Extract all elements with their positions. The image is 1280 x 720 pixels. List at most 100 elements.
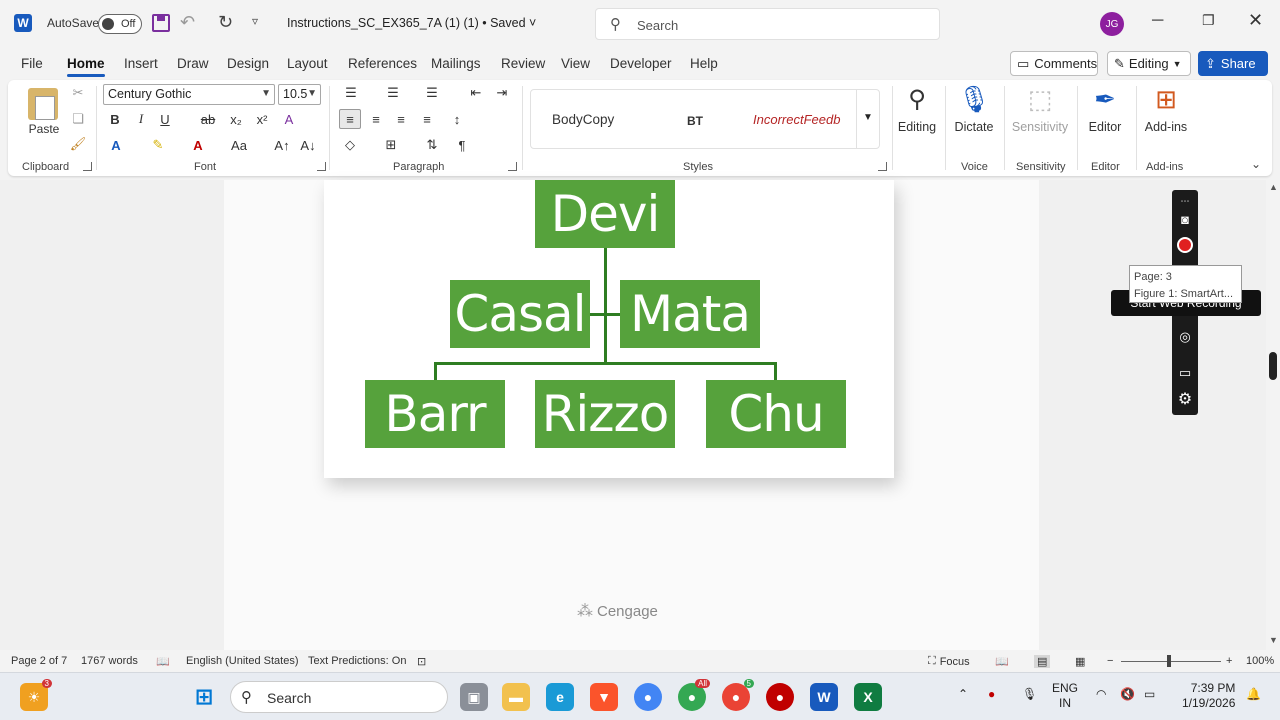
chrome-icon[interactable]: ● All bbox=[678, 679, 710, 711]
tab-developer[interactable]: Developer bbox=[610, 56, 672, 71]
avatar[interactable]: JG bbox=[1100, 12, 1124, 36]
styles-more-icon[interactable]: ▼ bbox=[863, 112, 873, 123]
word-taskbar-icon[interactable]: W bbox=[810, 683, 838, 711]
vertical-scrollbar[interactable]: ▲ ▼ bbox=[1266, 180, 1280, 650]
tab-help[interactable]: Help bbox=[690, 56, 718, 71]
org-node-subordinate[interactable]: Barr bbox=[365, 380, 505, 448]
org-node-assistant[interactable]: Casal bbox=[450, 280, 590, 348]
tab-home[interactable]: Home bbox=[67, 56, 105, 77]
justify-icon[interactable]: ≡ bbox=[418, 110, 436, 128]
microphone-icon[interactable]: 🎙 bbox=[1022, 687, 1037, 702]
strikethrough-icon[interactable]: ab bbox=[200, 110, 216, 128]
notifications-icon[interactable]: 🔔 bbox=[1246, 687, 1261, 702]
recorder-menu-icon[interactable]: ⋯ bbox=[1176, 192, 1194, 210]
editor-button[interactable]: ✒ Editor bbox=[1077, 84, 1133, 135]
recorder-app-icon[interactable]: ● bbox=[766, 683, 794, 711]
multilevel-list-icon[interactable]: ☰ bbox=[422, 84, 442, 102]
borders-icon[interactable]: ⊞ bbox=[382, 136, 400, 154]
increase-indent-icon[interactable]: ⇥ bbox=[492, 84, 512, 102]
clear-formatting-icon[interactable]: A bbox=[280, 110, 298, 128]
show-marks-icon[interactable]: ¶ bbox=[453, 136, 471, 154]
style-incorrect-feedback[interactable]: IncorrectFeedb bbox=[753, 112, 840, 127]
format-painter-icon[interactable]: 🖌 bbox=[70, 135, 87, 153]
excel-taskbar-icon[interactable]: X bbox=[854, 683, 882, 711]
change-case-icon[interactable]: Aa bbox=[230, 136, 248, 154]
task-view-icon[interactable]: ▣ bbox=[460, 683, 488, 711]
copy-icon[interactable]: ❏ bbox=[70, 110, 86, 128]
camera-icon[interactable]: ◙ bbox=[1176, 210, 1194, 228]
read-mode-icon[interactable]: 📖 bbox=[995, 655, 1009, 668]
comments-button[interactable]: ▭ Comments bbox=[1010, 51, 1098, 76]
tab-draw[interactable]: Draw bbox=[177, 56, 209, 71]
sort-icon[interactable]: ⇅ bbox=[423, 136, 441, 154]
bullets-icon[interactable]: ☰ bbox=[341, 84, 361, 102]
style-bodycopy[interactable]: BodyCopy bbox=[552, 112, 614, 127]
paragraph-launcher-icon[interactable] bbox=[508, 162, 517, 171]
windows-start-icon[interactable]: ⊞ bbox=[190, 683, 218, 711]
weather-widget-icon[interactable]: ☀ 3 bbox=[20, 679, 52, 711]
superscript-icon[interactable]: x² bbox=[254, 110, 270, 128]
edge-icon[interactable]: e bbox=[546, 683, 574, 711]
web-layout-icon[interactable]: ▦ bbox=[1075, 655, 1085, 668]
align-center-icon[interactable]: ≡ bbox=[367, 110, 385, 128]
volume-icon[interactable]: 🔇 bbox=[1120, 687, 1135, 702]
focus-button[interactable]: ⛶ Focus bbox=[928, 655, 970, 668]
autosave-toggle[interactable]: Off bbox=[98, 14, 142, 34]
collapse-ribbon-icon[interactable]: ⌄ bbox=[1251, 157, 1261, 171]
customize-qat-icon[interactable]: ▿ bbox=[252, 14, 258, 28]
security-icon[interactable]: ● bbox=[988, 687, 995, 702]
scroll-up-icon[interactable]: ▲ bbox=[1269, 182, 1278, 192]
highlight-icon[interactable]: ✎ bbox=[150, 136, 166, 154]
grow-font-icon[interactable]: A↑ bbox=[274, 136, 290, 154]
tab-layout[interactable]: Layout bbox=[287, 56, 328, 71]
document-title[interactable]: Instructions_SC_EX365_7A (1) (1) • Saved… bbox=[287, 16, 536, 30]
org-node-top[interactable]: Devi bbox=[535, 180, 675, 248]
line-spacing-icon[interactable]: ↕ bbox=[447, 110, 467, 128]
accessibility-icon[interactable]: ⊡ bbox=[417, 655, 426, 668]
styles-launcher-icon[interactable] bbox=[878, 162, 887, 171]
chrome-icon[interactable]: ● 5 bbox=[722, 679, 754, 711]
zoom-slider[interactable] bbox=[1121, 661, 1221, 662]
addins-button[interactable]: ⊞ Add-ins bbox=[1138, 84, 1194, 135]
editing-mode-button[interactable]: ✎ Editing ▼ bbox=[1107, 51, 1191, 76]
battery-icon[interactable]: ▭ bbox=[1144, 687, 1155, 702]
zoom-out-icon[interactable]: − bbox=[1107, 655, 1113, 667]
zoom-in-icon[interactable]: + bbox=[1226, 655, 1232, 667]
org-node-subordinate[interactable]: Chu bbox=[706, 380, 846, 448]
zoom-thumb[interactable] bbox=[1167, 655, 1171, 667]
word-count[interactable]: 1767 words bbox=[81, 655, 138, 667]
scroll-thumb[interactable] bbox=[1269, 352, 1277, 380]
text-predictions-status[interactable]: Text Predictions: On bbox=[308, 655, 406, 667]
shrink-font-icon[interactable]: A↓ bbox=[300, 136, 316, 154]
font-name-field[interactable]: Century Gothic ▼ bbox=[103, 84, 275, 105]
file-explorer-icon[interactable]: ▬ bbox=[502, 683, 530, 711]
restore-icon[interactable]: ❐ bbox=[1202, 12, 1215, 29]
clock[interactable]: 7:39 PM 1/19/2026 bbox=[1182, 681, 1235, 711]
shading-icon[interactable]: ◇ bbox=[341, 136, 359, 154]
subscript-icon[interactable]: x₂ bbox=[228, 110, 244, 128]
org-node-assistant[interactable]: Mata bbox=[620, 280, 760, 348]
align-left-icon[interactable]: ≡ bbox=[339, 109, 361, 129]
cut-icon[interactable]: ✂ bbox=[70, 84, 86, 102]
smartart-org-chart[interactable]: Devi Casal Mata Barr Rizzo Chu bbox=[324, 180, 894, 478]
chrome-icon[interactable]: ● bbox=[634, 683, 662, 711]
minimize-icon[interactable]: ─ bbox=[1152, 12, 1163, 30]
tab-design[interactable]: Design bbox=[227, 56, 269, 71]
decrease-indent-icon[interactable]: ⇤ bbox=[466, 84, 486, 102]
brave-icon[interactable]: ▼ bbox=[590, 683, 618, 711]
editing-group-button[interactable]: ⚲ Editing bbox=[889, 84, 945, 135]
bold-icon[interactable]: B bbox=[108, 110, 122, 128]
undo-icon[interactable]: ↶ bbox=[180, 12, 195, 33]
font-color-icon[interactable]: A bbox=[190, 136, 206, 154]
scroll-down-icon[interactable]: ▼ bbox=[1269, 635, 1278, 645]
input-language[interactable]: ENG IN bbox=[1052, 681, 1078, 711]
tab-file[interactable]: File bbox=[21, 56, 43, 71]
record-icon[interactable] bbox=[1177, 237, 1193, 253]
paste-button-label[interactable]: Paste bbox=[26, 122, 62, 136]
paste-icon[interactable] bbox=[28, 88, 58, 120]
text-effects-icon[interactable]: A bbox=[108, 136, 124, 154]
webcam-icon[interactable]: ◎ bbox=[1176, 328, 1194, 346]
dictate-button[interactable]: 🎙 Dictate bbox=[946, 84, 1002, 135]
settings-gear-icon[interactable]: ⚙ bbox=[1176, 390, 1194, 408]
tab-references[interactable]: References bbox=[348, 56, 417, 71]
